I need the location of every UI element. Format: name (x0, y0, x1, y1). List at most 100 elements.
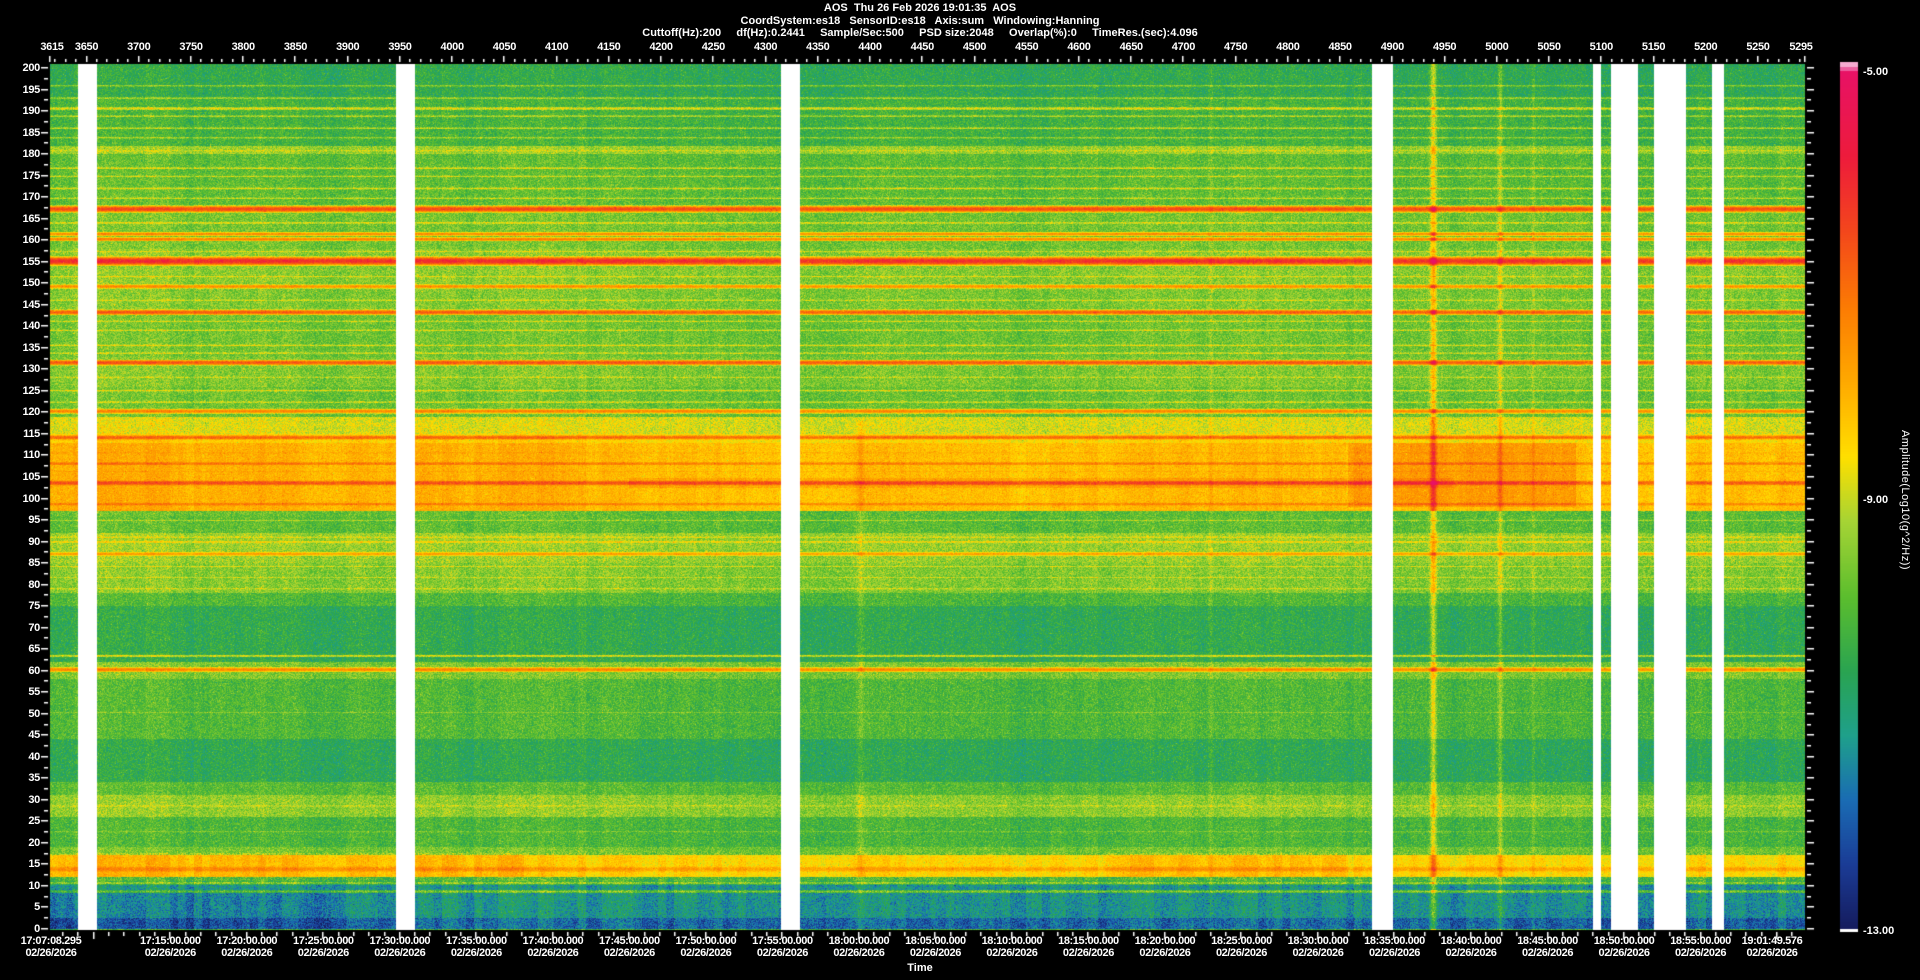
time-tick-label: 19:01:49.576 02/26/2026 (1742, 935, 1803, 959)
time-tick-date: 02/26/2026 (756, 947, 808, 959)
time-tick-label: 18:45:00.000 02/26/2026 (1517, 935, 1578, 959)
top-axis-tick-label: 3850 (283, 41, 308, 53)
top-axis-tick-label: 3950 (388, 41, 412, 53)
freq-tick-label: 45 (28, 729, 40, 742)
time-tick-label: 18:15:00.000 02/26/2026 (1058, 935, 1119, 959)
time-tick-time: 18:45:00.000 (1517, 935, 1578, 947)
freq-tick-label: 20 (28, 836, 40, 849)
freq-tick-label: 130 (22, 363, 41, 376)
top-axis-tick-label: 3650 (74, 41, 99, 53)
time-tick-time: 19:01:49.576 (1741, 935, 1803, 947)
time-tick-date: 02/26/2026 (144, 947, 196, 959)
time-tick-time: 18:55:00.000 (1670, 935, 1731, 947)
time-tick-time: 17:55:00.000 (752, 935, 813, 947)
time-tick-date: 02/26/2026 (297, 947, 349, 959)
time-tick-time: 17:40:00.000 (522, 935, 584, 947)
time-axis-title: Time (907, 962, 933, 974)
freq-tick-label: 115 (23, 427, 40, 440)
time-tick-date: 02/26/2026 (374, 947, 426, 959)
time-tick-date: 02/26/2026 (603, 947, 655, 959)
freq-tick-label: 95 (28, 514, 40, 527)
time-tick-time: 18:25:00.000 (1211, 935, 1272, 947)
freq-tick-label: 185 (22, 126, 41, 139)
time-tick-time: 18:10:00.000 (981, 935, 1043, 947)
spectrogram-canvas[interactable] (0, 0, 1920, 980)
freq-tick-label: 35 (28, 772, 40, 785)
time-tick-label: 17:30:00.000 02/26/2026 (370, 935, 431, 959)
time-tick-date: 02/26/2026 (450, 947, 502, 959)
time-tick-label: 18:05:00.000 02/26/2026 (905, 935, 966, 959)
top-axis-tick-label: 4850 (1328, 41, 1352, 53)
top-axis-tick-label: 3800 (231, 41, 256, 53)
freq-tick-label: 160 (22, 234, 41, 247)
freq-tick-label: 105 (22, 470, 41, 483)
freq-tick-label: 180 (22, 148, 41, 161)
time-tick-label: 18:25:00.000 02/26/2026 (1211, 935, 1272, 959)
time-tick-time: 17:20:00.000 (216, 935, 278, 947)
time-tick-label: 17:07:08.295 02/26/2026 (21, 935, 82, 959)
app-window: AOS Thu 26 Feb 2026 19:01:35 AOS CoordSy… (0, 0, 1920, 980)
time-tick-time: 17:07:08.295 (20, 935, 82, 947)
top-axis-tick-label: 4200 (649, 41, 673, 53)
freq-tick-label: 175 (22, 169, 41, 182)
time-tick-date: 02/26/2026 (909, 947, 961, 959)
time-tick-date: 02/26/2026 (1521, 947, 1574, 959)
top-axis-tick-label: 4400 (858, 41, 882, 53)
time-tick-label: 18:10:00.000 02/26/2026 (982, 935, 1043, 959)
freq-tick-label: 75 (28, 600, 40, 613)
time-tick-label: 18:35:00.000 02/26/2026 (1364, 935, 1425, 959)
time-tick-label: 18:00:00.000 02/26/2026 (829, 935, 890, 959)
freq-tick-label: 40 (28, 750, 40, 763)
freq-tick-label: 120 (22, 406, 41, 419)
top-axis-tick-label: 5150 (1641, 41, 1666, 53)
top-axis-tick-label: 4600 (1067, 41, 1091, 53)
freq-tick-label: 200 (22, 62, 41, 74)
top-axis-tick-label: 4450 (910, 41, 935, 53)
time-tick-date: 02/26/2026 (1445, 947, 1497, 959)
time-tick-date: 02/26/2026 (1062, 947, 1114, 959)
time-tick-time: 18:40:00.000 (1440, 935, 1502, 947)
time-tick-date: 02/26/2026 (986, 947, 1038, 959)
time-tick-date: 02/26/2026 (1292, 947, 1344, 959)
freq-tick-label: 15 (28, 858, 40, 871)
time-tick-time: 18:15:00.000 (1058, 935, 1119, 947)
freq-tick-label: 190 (22, 105, 41, 118)
colorbar-tick-label: -5.00 (1863, 66, 1889, 78)
time-tick-time: 17:15:00.000 (139, 935, 201, 947)
time-tick-time: 18:50:00.000 (1593, 935, 1655, 947)
time-tick-label: 18:20:00.000 02/26/2026 (1135, 935, 1196, 959)
freq-tick-label: 80 (28, 578, 40, 591)
top-axis-tick-label: 5100 (1589, 41, 1614, 53)
top-axis-tick-label: 4300 (753, 41, 778, 53)
time-tick-label: 18:55:00.000 02/26/2026 (1670, 935, 1731, 959)
freq-tick-label: 150 (22, 277, 41, 290)
time-tick-label: 17:15:00.000 02/26/2026 (140, 935, 201, 959)
time-tick-time: 17:30:00.000 (369, 935, 431, 947)
top-axis-tick-label: 5200 (1694, 41, 1718, 53)
time-tick-label: 17:45:00.000 02/26/2026 (599, 935, 660, 959)
time-tick-date: 02/26/2026 (527, 947, 579, 959)
header-sensor-params: CoordSystem:es18 SensorID:es18 Axis:sum … (740, 15, 1100, 27)
time-tick-time: 17:35:00.000 (446, 935, 507, 947)
freq-tick-label: 125 (22, 384, 41, 397)
top-axis-tick-label: 5000 (1485, 41, 1509, 53)
freq-tick-label: 140 (22, 320, 41, 333)
freq-tick-label: 50 (28, 707, 40, 720)
time-tick-label: 18:40:00.000 02/26/2026 (1441, 935, 1502, 959)
time-tick-date: 02/26/2026 (1675, 947, 1727, 959)
freq-tick-label: 85 (28, 557, 40, 570)
time-tick-label: 17:40:00.000 02/26/2026 (523, 935, 584, 959)
time-tick-label: 17:35:00.000 02/26/2026 (446, 935, 507, 959)
freq-tick-label: 60 (28, 664, 40, 677)
colorbar-tick-label: -13.00 (1863, 925, 1895, 937)
time-tick-time: 17:25:00.000 (292, 935, 354, 947)
time-tick-date: 02/26/2026 (1368, 947, 1421, 959)
time-tick-date: 02/26/2026 (1746, 947, 1798, 959)
time-tick-date: 02/26/2026 (1598, 947, 1650, 959)
top-axis-tick-label: 4750 (1224, 41, 1248, 53)
top-axis-tick-label: 3700 (127, 41, 151, 53)
top-axis-tick-label: 4350 (806, 41, 830, 53)
time-tick-label: 17:55:00.000 02/26/2026 (752, 935, 813, 959)
freq-tick-label: 70 (28, 621, 40, 634)
top-axis-tick-label: 4000 (440, 41, 465, 53)
